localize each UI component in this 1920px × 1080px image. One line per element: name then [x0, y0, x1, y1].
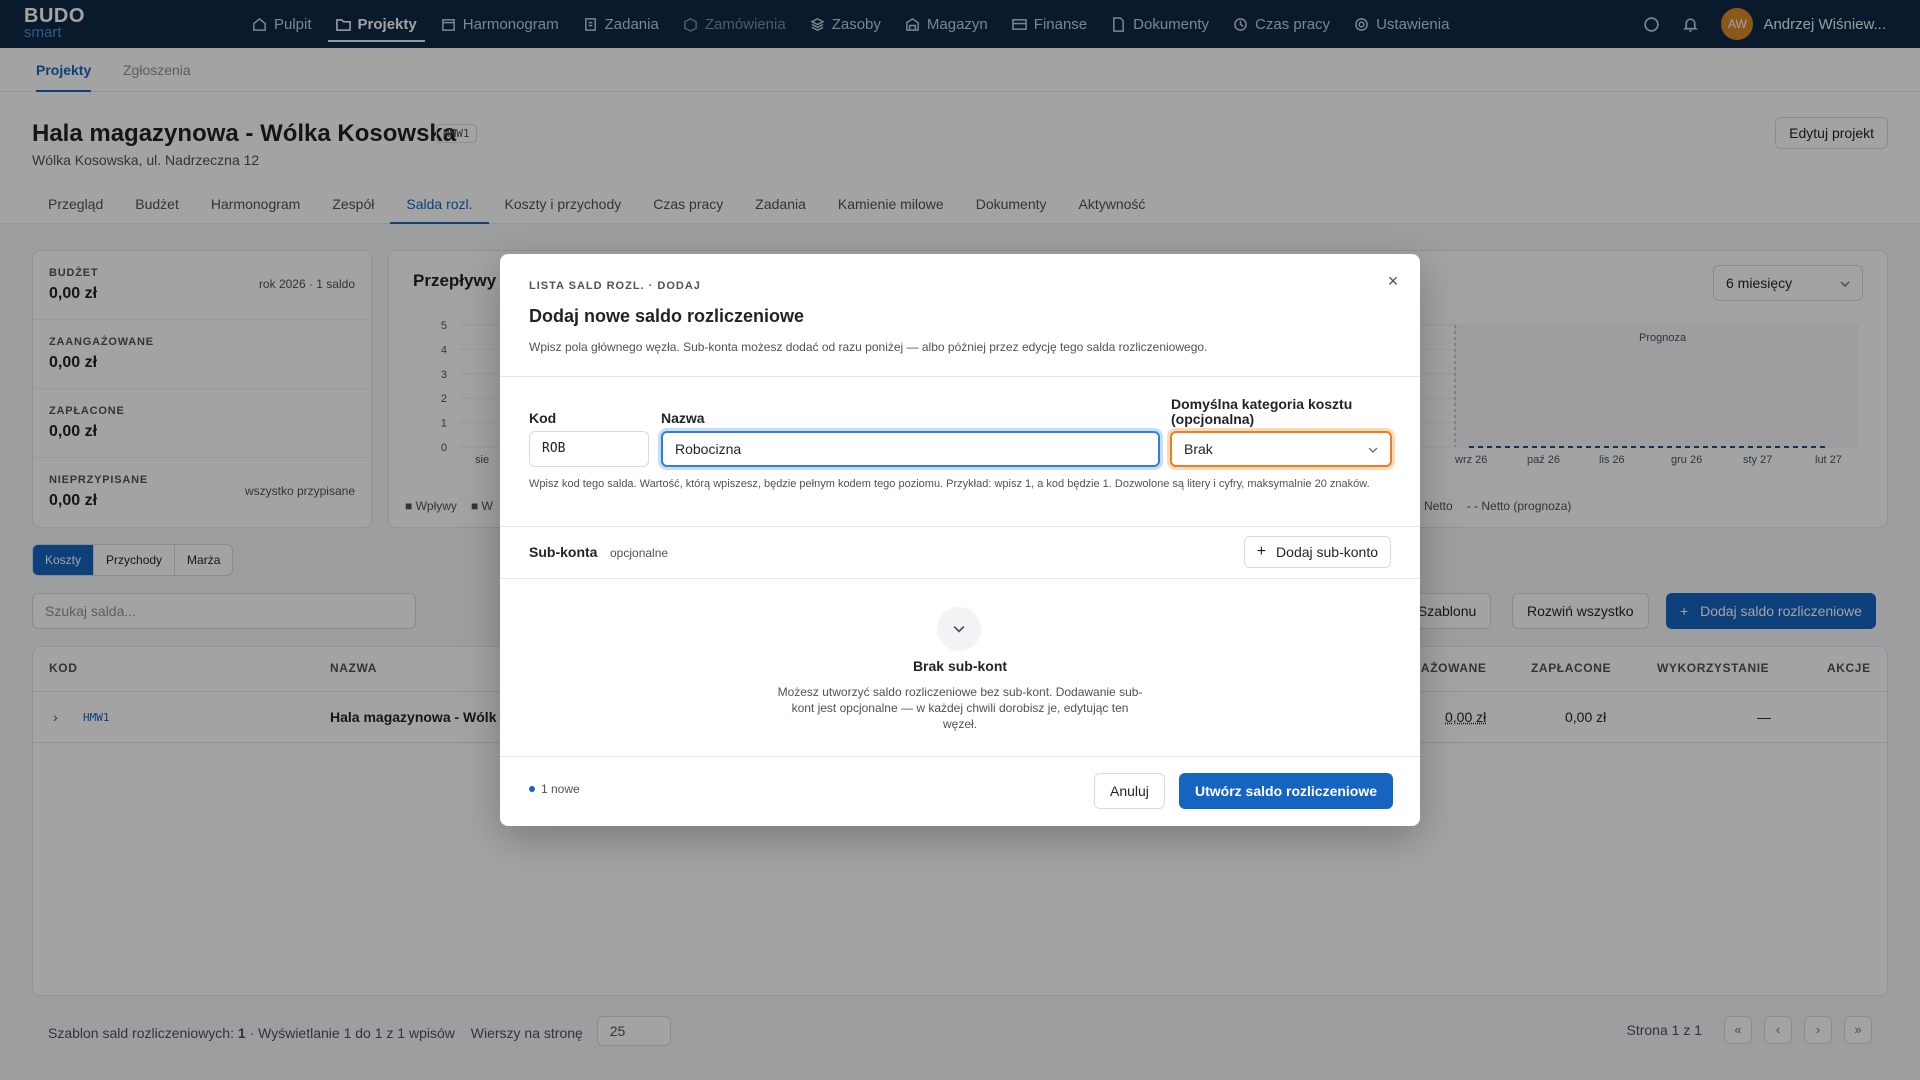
name-input[interactable]: Robocizna — [661, 431, 1160, 467]
empty-state-title: Brak sub-kont — [912, 658, 1008, 674]
category-select[interactable]: Brak — [1170, 431, 1392, 467]
status-dot — [529, 786, 535, 792]
new-items-count: 1 nowe — [541, 782, 580, 796]
code-input[interactable]: ROB — [529, 431, 649, 467]
plus-icon: + — [1256, 543, 1267, 560]
add-subaccount-button[interactable]: + Dodaj sub-konto — [1243, 536, 1391, 568]
empty-state-description: Możesz utworzyć saldo rozliczeniowe bez … — [777, 685, 1143, 731]
new-items-indicator: 1 nowe — [529, 782, 580, 796]
add-subaccount-label: Dodaj sub-konto — [1276, 544, 1378, 560]
add-balance-modal: LISTA SALD ROZL. · DODAJ Dodaj nowe sald… — [500, 254, 1420, 826]
divider — [500, 578, 1420, 579]
subaccounts-optional: opcjonalne — [610, 546, 669, 560]
create-balance-button[interactable]: Utwórz saldo rozliczeniowe — [1179, 773, 1394, 809]
code-label: Kod — [529, 410, 557, 426]
divider — [500, 376, 1420, 377]
divider — [500, 756, 1420, 757]
name-label: Nazwa — [661, 410, 705, 426]
cancel-button[interactable]: Anuluj — [1094, 773, 1165, 809]
code-help-text: Wpisz kod tego salda. Wartość, którą wpi… — [529, 478, 1370, 490]
category-label: Domyślna kategoria kosztu (opcjonalna) — [1171, 396, 1353, 427]
close-icon[interactable]: × — [1382, 270, 1404, 292]
category-value: Brak — [1184, 441, 1213, 457]
modal-title: Dodaj nowe saldo rozliczeniowe — [529, 306, 805, 326]
divider — [500, 526, 1420, 527]
modal-breadcrumb: LISTA SALD ROZL. · DODAJ — [529, 280, 701, 292]
subaccounts-title: Sub-konta — [529, 544, 598, 560]
chevron-down-icon — [1368, 447, 1378, 453]
chevron-down-icon — [937, 607, 981, 651]
modal-description: Wpisz pola głównego węzła. Sub-konta moż… — [529, 340, 1208, 354]
